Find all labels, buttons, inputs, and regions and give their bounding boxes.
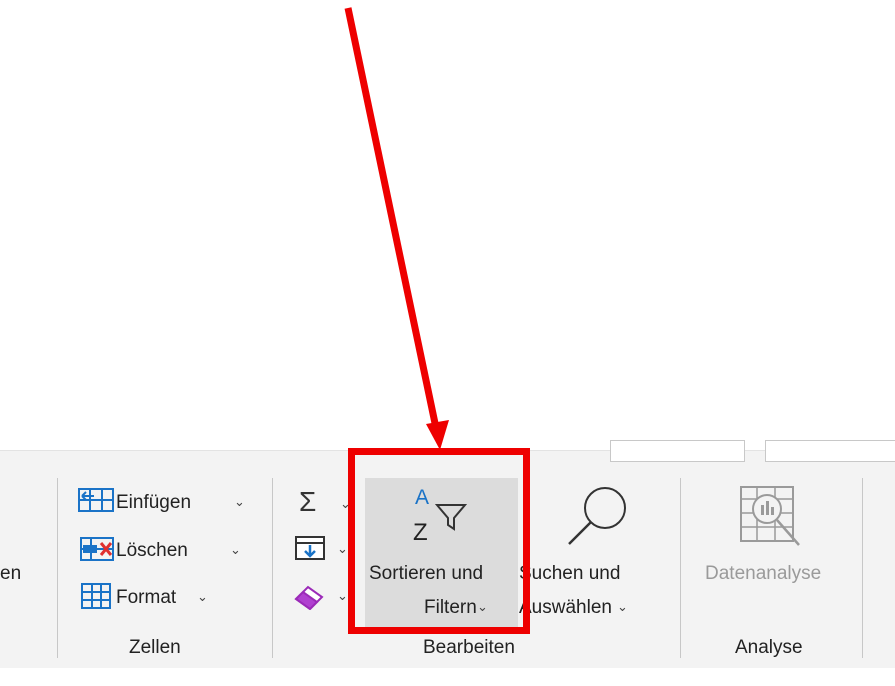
annotation-arrow <box>344 7 449 450</box>
screenshot-root: { "ribbon": { "cut_off_left_label": "en"… <box>0 0 895 686</box>
